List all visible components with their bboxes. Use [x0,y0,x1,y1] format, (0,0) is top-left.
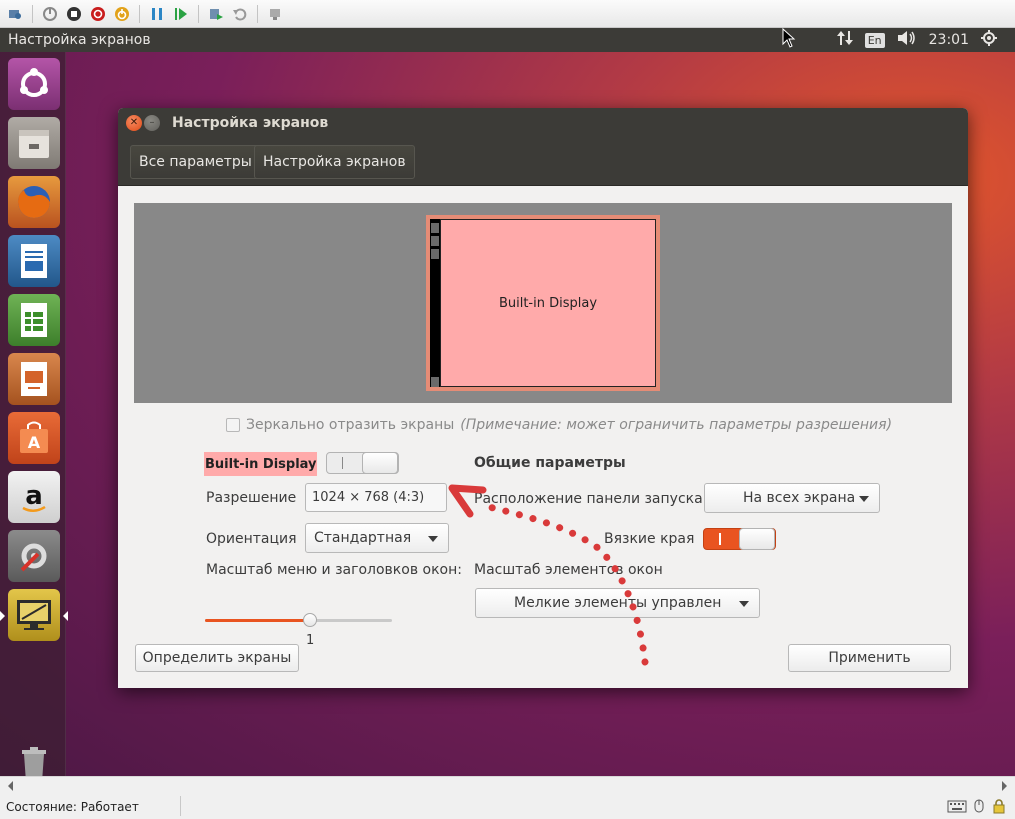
mouse-capture-icon [971,798,987,818]
power-icon[interactable] [113,5,131,23]
host-toolbar [0,0,1015,28]
power-gear-icon[interactable] [981,30,997,50]
keyboard-icon [947,798,967,818]
status-divider [180,796,181,816]
lock-icon [991,798,1007,818]
close-icon[interactable]: ✕ [126,115,142,131]
dash-home-icon[interactable] [8,58,60,110]
scroll-left-icon[interactable] [3,781,13,791]
display-settings-dialog: ✕ – Настройка экранов Все параметры Наст… [118,108,968,688]
switch-mark [719,533,721,545]
amazon-icon[interactable]: a [8,471,60,523]
dialog-toolbar: Все параметры Настройка экранов [118,138,968,186]
pause-icon[interactable] [148,5,166,23]
dialog-titlebar: ✕ – Настройка экранов [118,108,968,138]
minimize-icon[interactable]: – [144,115,160,131]
system-tray: En 23:01 [836,30,997,50]
play-icon[interactable] [172,5,190,23]
switch-knob [362,452,398,474]
keyboard-layout-indicator[interactable]: En [864,32,885,48]
clock[interactable]: 23:01 [929,32,969,48]
checkpoint-icon[interactable] [207,5,225,23]
switch-mark [342,457,343,469]
dialog-title: Настройка экранов [172,115,329,131]
orientation-label: Ориентация [206,531,297,547]
detect-displays-button[interactable]: Определить экраны [135,644,299,672]
writer-icon[interactable] [8,235,60,287]
crumb-all-settings[interactable]: Все параметры [130,145,261,179]
toolbar-separator [32,4,33,23]
guest-desktop: Настройка экранов En 23:01 A a ✕ – Настр… [0,28,1015,776]
launcher-placement-label: Расположение панели запуска [474,491,703,507]
mirror-displays-row: Зеркально отразить экраны (Примечание: м… [226,417,892,433]
resolution-combo[interactable]: 1024 × 768 (4:3) [305,483,447,512]
elements-scale-combo[interactable]: Мелкие элементы управлен [475,588,760,618]
sticky-edges-switch[interactable] [703,528,776,550]
mirror-note: (Примечание: может ограничить параметры … [460,417,893,433]
chevron-down-icon [739,601,749,607]
scale-slider-knob[interactable] [302,613,317,627]
active-app-title: Настройка экранов [8,32,151,48]
vm-status-text: Состояние: Работает [6,800,139,814]
switch-knob [739,528,775,550]
launcher-placement-combo[interactable]: На всех экрана [704,483,880,513]
calc-icon[interactable] [8,294,60,346]
host-statusbar: Состояние: Работает [0,776,1015,819]
scale-label: Масштаб меню и заголовков окон: [206,562,462,578]
system-settings-icon[interactable] [8,530,60,582]
launcher-placement-value: На всех экрана [743,490,856,506]
scale-value: 1 [306,633,315,648]
mirror-checkbox[interactable] [226,418,240,432]
display-arrangement-preview: Built-in Display [134,203,952,403]
resolution-label: Разрешение [206,490,297,506]
scroll-right-icon[interactable] [1002,781,1012,791]
unity-launcher: A a [0,52,68,776]
shutdown-icon[interactable] [89,5,107,23]
elements-scale-label: Масштаб элементов окон [474,562,663,578]
svg-text:a: a [25,481,43,511]
monitor-preview[interactable]: Built-in Display [426,215,660,391]
sticky-edges-label: Вязкие края [604,531,695,547]
monitor-label: Built-in Display [498,295,598,311]
scale-slider-fill [205,619,310,622]
mouse-cursor-icon [782,28,796,48]
vm-settings-icon[interactable] [6,5,24,23]
displays-icon[interactable] [0,589,68,641]
elements-scale-value: Мелкие элементы управлен [514,595,722,611]
monitor-screen: Built-in Display [440,219,656,387]
status-icons [947,798,1007,818]
display-name-label: Built-in Display [204,452,317,476]
toolbar-separator [257,4,258,23]
toolbar-separator [198,4,199,23]
software-center-icon[interactable]: A [8,412,60,464]
stop-icon[interactable] [65,5,83,23]
impress-icon[interactable] [8,353,60,405]
volume-icon[interactable] [897,30,917,50]
display-power-switch[interactable] [326,452,399,474]
orientation-combo[interactable]: Стандартная [305,523,449,553]
trash-icon[interactable] [8,738,60,776]
enhanced-session-icon[interactable] [266,5,284,23]
apply-button[interactable]: Применить [788,644,951,672]
resolution-value: 1024 × 768 (4:3) [312,490,425,505]
network-icon[interactable] [836,30,853,50]
revert-icon[interactable] [231,5,249,23]
files-icon[interactable] [8,117,60,169]
top-panel: Настройка экранов En 23:01 [0,28,1015,52]
toolbar-separator [139,4,140,23]
monitor-launcher-strip [430,219,440,387]
horizontal-scrollbar[interactable] [0,776,1015,794]
ctrl-alt-del-icon[interactable] [41,5,59,23]
crumb-displays[interactable]: Настройка экранов [254,145,415,179]
svg-text:A: A [28,433,41,452]
orientation-value: Стандартная [314,530,412,546]
firefox-icon[interactable] [8,176,60,228]
chevron-down-icon [859,496,869,502]
mirror-label: Зеркально отразить экраны [246,417,455,433]
scale-slider[interactable] [205,613,392,627]
general-settings-title: Общие параметры [474,455,626,471]
chevron-down-icon [428,536,438,542]
